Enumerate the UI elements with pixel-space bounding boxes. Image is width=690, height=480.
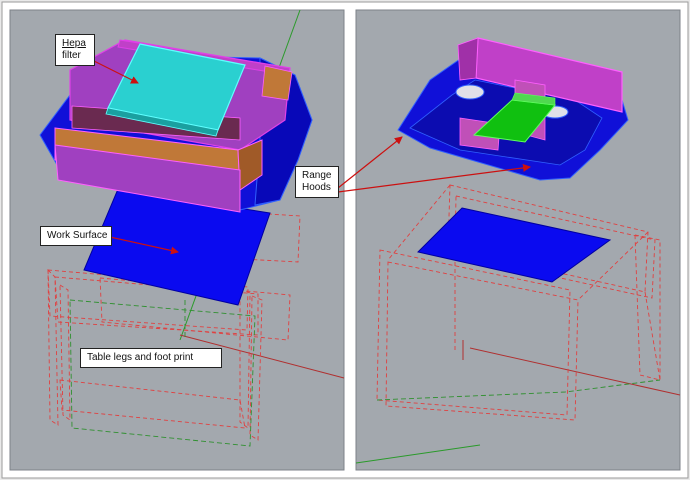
table-legs-label-text: Table legs and foot print xyxy=(87,352,194,363)
hepa-filter-label: Hepa filter xyxy=(55,34,95,66)
hepa-filter-label-line1: Hepa xyxy=(62,38,86,49)
table-legs-label: Table legs and foot print xyxy=(80,348,222,368)
hepa-filter-label-line2: filter xyxy=(62,50,81,61)
work-surface-label: Work Surface xyxy=(40,226,112,246)
range-hoods-label-line1: Range xyxy=(302,170,332,181)
right-viewport xyxy=(355,9,681,471)
range-hoods-label-line2: Hoods xyxy=(302,182,331,193)
work-surface-label-text: Work Surface xyxy=(47,230,108,241)
range-hoods-label: Range Hoods xyxy=(295,166,339,198)
